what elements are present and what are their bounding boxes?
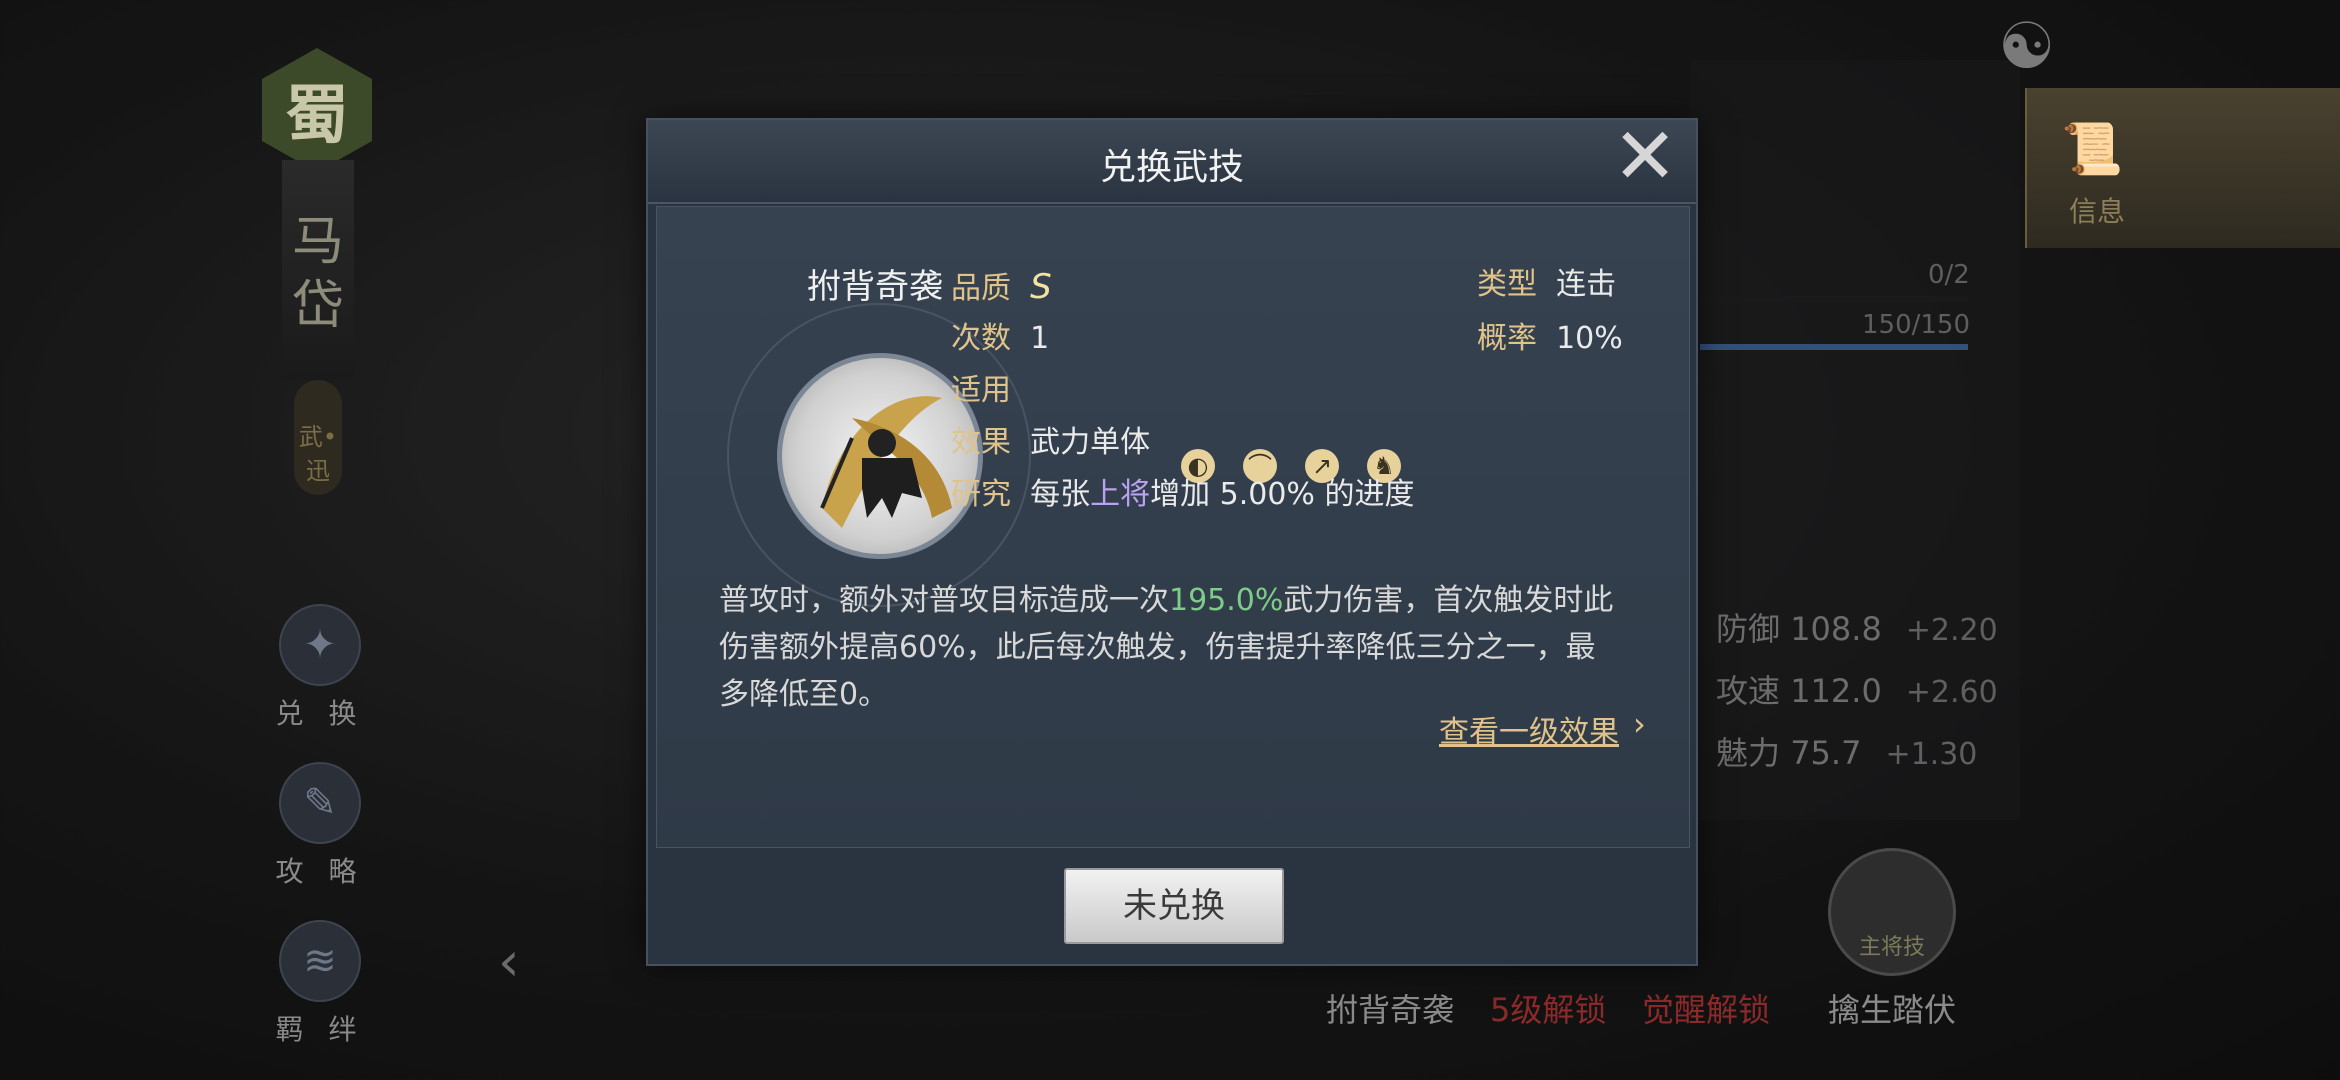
count-row: 次数 1: [951, 321, 1050, 356]
info-tab[interactable]: 📜 信息: [2025, 88, 2340, 248]
scroll-icon: ✎: [279, 762, 361, 844]
counter-2-bar: [1700, 344, 1968, 350]
type-row: 类型 连击: [1477, 267, 1617, 302]
dialog-body: 拊背奇袭 品质 S 类型 连击 次数 1 概率 10% 适用 ◐ ⌒ ↗ ♞ 效…: [656, 206, 1690, 848]
close-icon[interactable]: ✕: [1608, 118, 1682, 196]
apply-row: 适用: [951, 373, 1011, 408]
chevron-left-icon[interactable]: ‹: [498, 930, 520, 993]
attr-speed: 攻速 112.0 +2.60: [1716, 672, 1998, 710]
attr-charm: 魅力 75.7 +1.30: [1716, 734, 1978, 772]
dialog-header: 兑换武技 ✕: [648, 118, 1696, 204]
bond-label: 羁 绊: [275, 1013, 365, 1046]
hero-name: 马岱: [291, 212, 344, 336]
rate-row: 概率 10%: [1477, 321, 1623, 356]
hero-tag: 武•迅: [294, 380, 342, 495]
main-skill-icon[interactable]: 主将技: [1828, 848, 1956, 976]
skill-name: 拊背奇袭: [807, 267, 943, 307]
attr-defense: 防御 108.8 +2.20: [1716, 610, 1998, 648]
strategy-label: 攻 略: [275, 855, 365, 888]
skill-description: 普攻时，额外对普攻目标造成一次195.0%武力伤害，首次触发时此伤害额外提高60…: [719, 583, 1614, 712]
view-level1-effect-link[interactable]: 查看一级效果: [1439, 707, 1619, 751]
research-row: 研究 每张上将增加 5.00% 的进度: [951, 477, 1415, 512]
dialog-title: 兑换武技: [1099, 147, 1244, 188]
strategy-button[interactable]: ✎ 攻 略: [270, 762, 370, 890]
skill-label-1[interactable]: 拊背奇袭: [1326, 985, 1454, 1031]
counter-1: 0/2: [1928, 260, 1970, 290]
quality-row: 品质 S: [951, 267, 1052, 307]
exchange-icon: ✦: [279, 604, 361, 686]
bond-button[interactable]: ≋ 羁 绊: [270, 920, 370, 1048]
counter-2: 150/150: [1862, 310, 1971, 340]
chevron-right-icon[interactable]: ›: [1633, 705, 1646, 743]
scroll-icon: 📜: [2061, 120, 2124, 178]
skill-label-2: 5级解锁: [1490, 991, 1607, 1029]
info-tab-label: 信息: [2069, 195, 2126, 228]
exchange-skill-dialog: 兑换武技 ✕ 拊背奇袭 品质 S 类型 连击 次数 1 概率 10% 适用 ◐ …: [646, 118, 1698, 966]
dragon-logo-icon: ☯: [1998, 10, 2056, 84]
counter-1-bar: [1700, 296, 1968, 302]
skill-label-3: 觉醒解锁: [1642, 991, 1771, 1029]
bond-icon: ≋: [279, 920, 361, 1002]
effect-row: 效果 武力单体: [951, 425, 1151, 460]
skill-label-4[interactable]: 擒生踏伏: [1828, 985, 1956, 1031]
not-exchanged-button[interactable]: 未兑换: [1064, 868, 1284, 944]
exchange-button[interactable]: ✦ 兑 换: [270, 604, 370, 732]
exchange-label: 兑 换: [275, 697, 365, 730]
